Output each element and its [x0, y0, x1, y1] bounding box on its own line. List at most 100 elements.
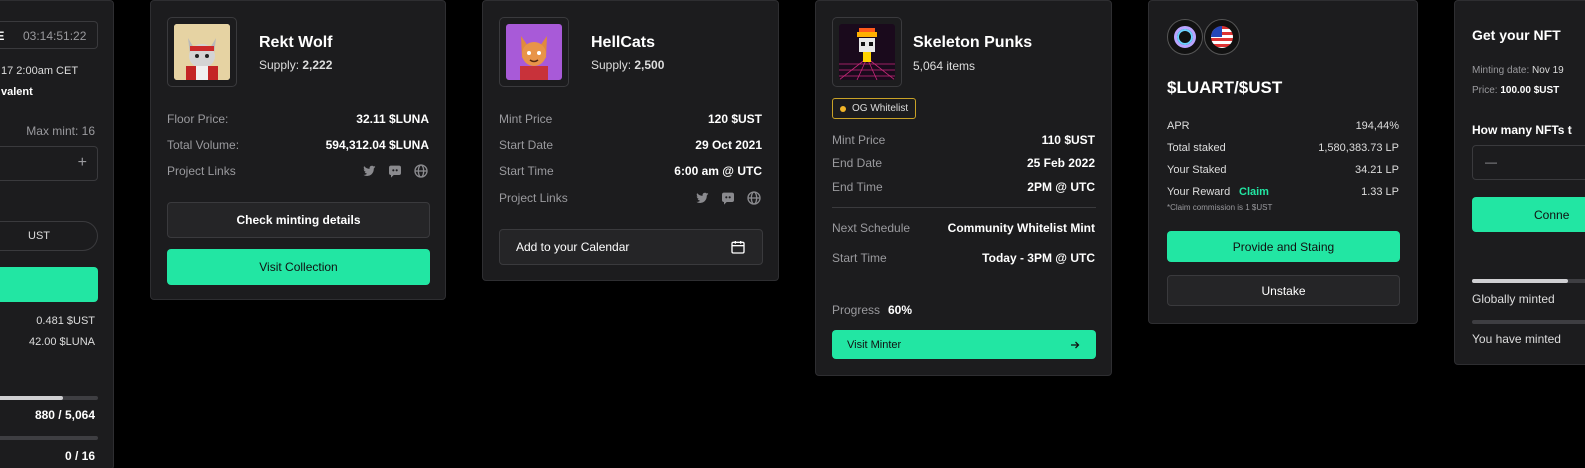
collection-thumbnail	[832, 17, 902, 87]
total-staked-value: 1,580,383.73 LP	[1318, 142, 1399, 154]
luart-token-icon	[1167, 19, 1203, 55]
add-to-calendar-label: Add to your Calendar	[516, 240, 630, 254]
you-have-minted-label: You have minted	[1472, 332, 1561, 346]
price-luna: 42.00 $LUNA	[28, 336, 95, 348]
start-time-label: Start Time	[499, 164, 554, 178]
globally-minted-label: Globally minted	[1472, 292, 1555, 306]
quantity-stepper[interactable]: —	[1472, 145, 1585, 180]
start-time-value: 6:00 am @ UTC	[674, 164, 762, 178]
supply-label: Supply:	[591, 58, 632, 72]
provide-and-stake-button[interactable]: Provide and Staing	[1167, 231, 1400, 262]
equivalent-text: valent	[1, 86, 33, 98]
calendar-icon	[731, 241, 745, 254]
visit-minter-label: Visit Minter	[847, 338, 902, 351]
your-staked-value: 34.21 LP	[1354, 164, 1399, 176]
price-ust: 0.481 $UST	[36, 315, 95, 327]
total-volume-label: Total Volume:	[167, 138, 240, 152]
staking-card: $LUART/$UST APR 194,44% Total staked 1,5…	[1148, 0, 1418, 324]
next-schedule-label: Next Schedule	[832, 221, 911, 235]
end-time-value: 2PM @ UTC	[1027, 180, 1095, 194]
token-pair-icons	[1167, 19, 1240, 55]
progress-label: Progress	[832, 303, 881, 317]
currency-select[interactable]: UST	[0, 221, 98, 251]
claim-commission-note: *Claim commission is 1 $UST	[1167, 203, 1273, 212]
total-staked-label: Total staked	[1167, 142, 1226, 154]
max-mint-label: Max mint: 16	[26, 124, 95, 138]
twitter-icon[interactable]	[361, 163, 377, 179]
live-label: /E	[0, 29, 4, 43]
end-date-value: 25 Feb 2022	[1026, 156, 1095, 170]
minting-date-line: Minting date: Nov 19	[1472, 65, 1564, 76]
ust-token-icon	[1204, 19, 1240, 55]
minus-button[interactable]: —	[1485, 155, 1497, 169]
divider	[832, 207, 1096, 208]
project-links-label: Project Links	[499, 191, 568, 205]
project-links	[361, 163, 429, 179]
status-dot-icon	[840, 105, 846, 112]
cat-avatar-icon	[506, 24, 562, 80]
globe-icon[interactable]	[746, 190, 762, 206]
project-links	[694, 190, 762, 206]
discord-icon[interactable]	[720, 190, 736, 206]
countdown-box: /E 03:14:51:22	[0, 21, 98, 49]
visit-collection-button[interactable]: Visit Collection	[167, 249, 430, 285]
apr-label: APR	[1167, 120, 1190, 132]
discord-icon[interactable]	[387, 163, 403, 179]
visit-minter-button[interactable]: Visit Minter	[832, 330, 1096, 359]
start-date-label: Start Date	[499, 138, 554, 152]
connect-wallet-button[interactable]	[0, 267, 98, 302]
collection-thumbnail	[167, 17, 237, 87]
user-mint-progress	[0, 436, 98, 440]
claim-link[interactable]: Claim	[1239, 186, 1269, 198]
collection-card-skeleton-punks: Skeleton Punks 5,064 items OG Whitelist …	[815, 0, 1112, 376]
countdown-timer: 03:14:51:22	[23, 29, 87, 43]
next-schedule-value: Community Whitelist Mint	[947, 221, 1095, 235]
total-volume-value: 594,312.04 $LUNA	[325, 138, 429, 152]
mint-price-label: Mint Price	[499, 112, 553, 126]
mint-card-partial-left: /E 03:14:51:22 17 2:00am CET valent Max …	[0, 0, 114, 468]
collection-card-hellcats: HellCats Supply: 2,500 Mint Price 120 $U…	[482, 0, 779, 281]
twitter-icon[interactable]	[694, 190, 710, 206]
supply-value: 2,222	[302, 58, 333, 72]
skeleton-avatar-icon	[838, 24, 896, 81]
arrow-right-icon	[1071, 341, 1080, 348]
unstake-button[interactable]: Unstake	[1167, 275, 1400, 306]
globe-icon[interactable]	[413, 163, 429, 179]
currency-label: UST	[28, 230, 50, 242]
collection-name: HellCats	[591, 34, 656, 51]
user-mint-progress	[1472, 320, 1585, 324]
connect-label: Conne	[1534, 207, 1570, 222]
add-to-calendar-button[interactable]: Add to your Calendar	[499, 229, 763, 265]
pair-title: $LUART/$UST	[1167, 78, 1283, 97]
start-date-value: 29 Oct 2021	[695, 138, 762, 152]
check-minting-details-button[interactable]: Check minting details	[167, 202, 430, 238]
get-nft-card-partial-right: Get your NFT Minting date: Nov 19 Price:…	[1454, 0, 1585, 365]
global-minted-count: 880 / 5,064	[34, 408, 95, 422]
start-time-label: Start Time	[832, 251, 887, 265]
collection-thumbnail	[499, 17, 569, 87]
quantity-stepper[interactable]: +	[0, 146, 98, 181]
minting-date-label: Minting date:	[1472, 65, 1530, 76]
minting-date-value: Nov 19	[1532, 65, 1564, 76]
floor-price-label: Floor Price:	[167, 112, 229, 126]
project-links-label: Project Links	[167, 164, 236, 178]
mint-date-line: 17 2:00am CET	[1, 65, 79, 77]
start-time-value: Today - 3PM @ UTC	[982, 251, 1095, 265]
floor-price-value: 32.11 $LUNA	[356, 112, 429, 126]
collection-card-rekt-wolf: Rekt Wolf Supply: 2,222 Floor Price: 32.…	[150, 0, 446, 300]
your-staked-label: Your Staked	[1167, 164, 1227, 176]
mint-price-value: 120 $UST	[707, 112, 762, 126]
quantity-question: How many NFTs t	[1472, 123, 1572, 137]
items-count: 5,064 items	[913, 59, 976, 73]
global-mint-progress	[1472, 279, 1585, 283]
mint-price-value: 110 $UST	[1041, 133, 1095, 147]
collection-name: Rekt Wolf	[259, 34, 333, 51]
badge-label: OG Whitelist	[852, 103, 909, 114]
connect-wallet-button[interactable]: Conne	[1472, 197, 1585, 232]
progress-value: 60%	[888, 303, 913, 317]
global-mint-progress	[0, 396, 98, 400]
card-title: Get your NFT	[1472, 27, 1561, 43]
supply-text: Supply: 2,222	[259, 58, 332, 72]
plus-button[interactable]: +	[78, 154, 87, 172]
price-label: Price:	[1472, 85, 1498, 96]
